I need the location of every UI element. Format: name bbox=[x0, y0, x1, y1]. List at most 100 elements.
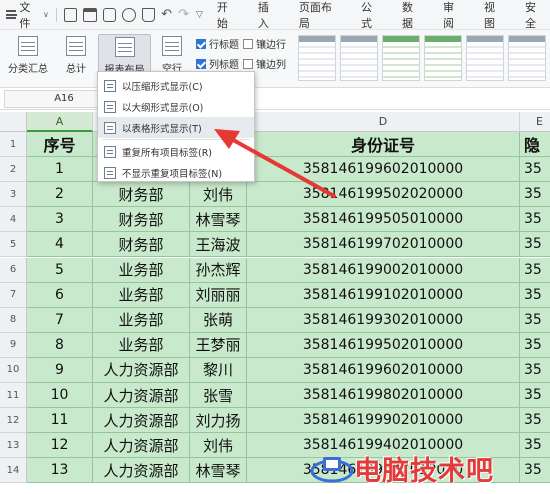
table-cell[interactable]: 刘力扬 bbox=[190, 408, 247, 434]
tab-view[interactable]: 视图 bbox=[474, 0, 515, 31]
tab-home[interactable]: 开始 bbox=[207, 0, 248, 31]
table-cell[interactable]: 10 bbox=[27, 383, 93, 409]
menu-item-tabular-form[interactable]: 以表格形式显示(T) bbox=[98, 117, 254, 138]
row-header-8[interactable]: 8 bbox=[0, 307, 27, 333]
table-cell[interactable]: 35 bbox=[520, 157, 550, 183]
table-cell[interactable]: 财务部 bbox=[93, 207, 190, 233]
table-cell[interactable]: 王海波 bbox=[190, 232, 247, 258]
table-cell[interactable]: 358146199902010000 bbox=[247, 408, 520, 434]
row-header-7[interactable]: 7 bbox=[0, 282, 27, 308]
table-cell[interactable]: 358146199702010000 bbox=[247, 232, 520, 258]
print-preview-icon[interactable] bbox=[122, 7, 136, 22]
table-cell[interactable]: 358146199002010000 bbox=[247, 257, 520, 283]
column-header-d[interactable]: D bbox=[247, 112, 520, 132]
menu-item-compact-form[interactable]: 以压缩形式显示(C) bbox=[98, 75, 254, 96]
table-cell[interactable]: 1 bbox=[27, 157, 93, 183]
table-cell[interactable]: 人力资源部 bbox=[93, 458, 190, 484]
table-cell[interactable]: 358146199602010000 bbox=[247, 157, 520, 183]
table-cell[interactable]: 12 bbox=[27, 433, 93, 459]
table-cell[interactable]: 35 bbox=[520, 207, 550, 233]
pivot-style-6[interactable] bbox=[508, 35, 546, 81]
table-cell[interactable]: 刘丽丽 bbox=[190, 282, 247, 308]
table-cell[interactable]: 4 bbox=[27, 232, 93, 258]
table-cell[interactable]: 3 bbox=[27, 207, 93, 233]
menu-item-outline-form[interactable]: 以大纲形式显示(O) bbox=[98, 96, 254, 117]
save-icon[interactable] bbox=[63, 7, 78, 22]
table-cell[interactable]: 业务部 bbox=[93, 307, 190, 333]
tab-data[interactable]: 数据 bbox=[392, 0, 433, 31]
tab-review[interactable]: 审阅 bbox=[433, 0, 474, 31]
row-header-12[interactable]: 12 bbox=[0, 408, 27, 434]
tab-insert[interactable]: 插入 bbox=[248, 0, 289, 31]
table-cell[interactable]: 业务部 bbox=[93, 282, 190, 308]
select-all-corner[interactable] bbox=[0, 112, 27, 132]
row-header-3[interactable]: 3 bbox=[0, 182, 27, 208]
table-cell[interactable]: 人力资源部 bbox=[93, 408, 190, 434]
table-cell[interactable]: 35 bbox=[520, 282, 550, 308]
table-cell[interactable]: 35 bbox=[520, 408, 550, 434]
row-headers-checkbox[interactable]: 行标题 bbox=[196, 36, 239, 51]
table-cell[interactable]: 财务部 bbox=[93, 232, 190, 258]
table-cell[interactable]: 358146199502020000 bbox=[247, 182, 520, 208]
redo-icon[interactable]: ↷ bbox=[178, 7, 189, 22]
subtotal-button[interactable]: 分类汇总 bbox=[6, 34, 50, 84]
banded-rows-checkbox[interactable]: 镶边行 bbox=[243, 36, 286, 51]
table-cell[interactable]: 孙杰辉 bbox=[190, 257, 247, 283]
table-cell[interactable]: 13 bbox=[27, 458, 93, 484]
table-cell[interactable]: 35 bbox=[520, 357, 550, 383]
row-header-2[interactable]: 2 bbox=[0, 157, 27, 183]
table-cell[interactable]: 35 bbox=[520, 332, 550, 358]
table-cell[interactable]: 黎川 bbox=[190, 357, 247, 383]
row-header-4[interactable]: 4 bbox=[0, 207, 27, 233]
table-cell[interactable]: 35 bbox=[520, 383, 550, 409]
table-cell[interactable]: 王梦丽 bbox=[190, 332, 247, 358]
row-header-13[interactable]: 13 bbox=[0, 433, 27, 459]
table-cell[interactable]: 刘伟 bbox=[190, 433, 247, 459]
row-header-9[interactable]: 9 bbox=[0, 332, 27, 358]
table-header-cell[interactable]: 身份证号 bbox=[247, 132, 520, 158]
table-header-cell[interactable]: 序号 bbox=[27, 132, 93, 158]
table-header-cell[interactable]: 隐 bbox=[520, 132, 550, 158]
table-cell[interactable]: 358146199302010000 bbox=[247, 307, 520, 333]
menu-item-no-repeat-labels[interactable]: 不显示重复项目标签(N) bbox=[98, 162, 254, 183]
grand-total-button[interactable]: 总计 bbox=[56, 34, 96, 84]
table-cell[interactable]: 林雪琴 bbox=[190, 458, 247, 484]
row-header-1[interactable]: 1 bbox=[0, 132, 27, 158]
table-cell[interactable]: 业务部 bbox=[93, 257, 190, 283]
column-headers-checkbox[interactable]: 列标题 bbox=[196, 56, 239, 71]
table-cell[interactable]: 5 bbox=[27, 257, 93, 283]
table-cell[interactable]: 358146199802010000 bbox=[247, 383, 520, 409]
table-cell[interactable]: 358146199505010000 bbox=[247, 207, 520, 233]
table-cell[interactable]: 张萌 bbox=[190, 307, 247, 333]
pivot-style-1[interactable] bbox=[298, 35, 336, 81]
table-cell[interactable]: 刘伟 bbox=[190, 182, 247, 208]
table-cell[interactable]: 财务部 bbox=[93, 182, 190, 208]
table-cell[interactable]: 35 bbox=[520, 232, 550, 258]
undo-icon[interactable]: ↶ bbox=[161, 7, 172, 22]
table-cell[interactable]: 9 bbox=[27, 357, 93, 383]
table-cell[interactable]: 358146199502010000 bbox=[247, 332, 520, 358]
pivot-style-5[interactable] bbox=[466, 35, 504, 81]
row-header-11[interactable]: 11 bbox=[0, 383, 27, 409]
row-header-14[interactable]: 14 bbox=[0, 458, 27, 484]
table-cell[interactable]: 6 bbox=[27, 282, 93, 308]
table-cell[interactable]: 张雪 bbox=[190, 383, 247, 409]
table-cell[interactable]: 业务部 bbox=[93, 332, 190, 358]
menu-item-repeat-labels[interactable]: 重复所有项目标签(R) bbox=[98, 141, 254, 162]
tab-formulas[interactable]: 公式 bbox=[351, 0, 392, 31]
table-cell[interactable]: 358146199602010000 bbox=[247, 357, 520, 383]
banded-columns-checkbox[interactable]: 镶边列 bbox=[243, 56, 286, 71]
export-pdf-icon[interactable] bbox=[83, 7, 97, 22]
pivot-style-4[interactable] bbox=[424, 35, 462, 81]
column-header-e[interactable]: E bbox=[520, 112, 550, 132]
table-cell[interactable]: 2 bbox=[27, 182, 93, 208]
row-header-6[interactable]: 6 bbox=[0, 257, 27, 283]
table-cell[interactable]: 35 bbox=[520, 182, 550, 208]
table-cell[interactable]: 7 bbox=[27, 307, 93, 333]
table-cell[interactable]: 8 bbox=[27, 332, 93, 358]
pivot-style-3[interactable] bbox=[382, 35, 420, 81]
table-cell[interactable]: 人力资源部 bbox=[93, 383, 190, 409]
file-menu[interactable]: 文件 ∨ bbox=[0, 0, 52, 30]
table-cell[interactable]: 人力资源部 bbox=[93, 357, 190, 383]
table-cell[interactable]: 358146199102010000 bbox=[247, 282, 520, 308]
